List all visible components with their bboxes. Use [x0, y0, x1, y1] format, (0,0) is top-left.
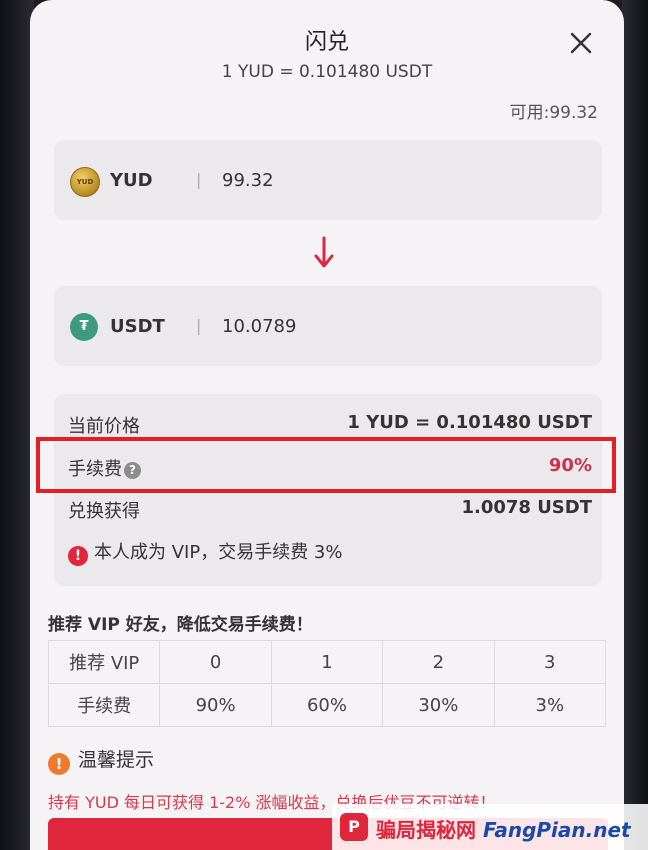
tips-heading: ! 温馨提示	[48, 745, 154, 775]
fee-label: 手续费	[68, 459, 122, 480]
phone-bezel-left	[0, 0, 34, 850]
phone-bezel-right	[622, 0, 648, 850]
vip-fee-note: ! 本人成为 VIP，交易手续费 3%	[68, 538, 342, 566]
page-title: 闪兑	[304, 30, 349, 55]
from-asset-separator: |	[196, 170, 202, 189]
vip-level-cell: 2	[382, 640, 495, 684]
current-price-value: 1 YUD = 0.101480 USDT	[347, 412, 592, 433]
fee-rate-cell: 30%	[382, 683, 495, 727]
tips-title: 温馨提示	[78, 749, 155, 771]
fee-value: 90%	[548, 455, 592, 476]
watermark-cn: 骗局揭秘网	[376, 818, 476, 842]
yud-coin-icon: YUD	[70, 167, 100, 197]
to-asset-separator: |	[196, 316, 202, 335]
vip-level-cell: 3	[493, 640, 607, 684]
vip-level-header: 推荐 VIP	[47, 640, 161, 684]
to-asset-amount: 10.0789	[222, 316, 297, 337]
flash-swap-sheet: 闪兑 1 YUD = 0.101480 USDT 可用:99.32 YUD YU…	[30, 0, 624, 850]
from-asset-name: YUD	[110, 170, 153, 191]
current-price-label: 当前价格	[68, 416, 140, 437]
watermark: P 骗局揭秘网 FangPian.net	[332, 804, 648, 850]
fee-rate-header: 手续费	[47, 683, 161, 727]
fee-rate-cell: 90%	[159, 683, 272, 727]
fee-rate-cell: 3%	[493, 683, 607, 727]
vip-level-cell: 0	[159, 640, 272, 684]
from-asset-field[interactable]: YUD YUD | 99.32	[54, 140, 602, 220]
table-row: 推荐 VIP 0 1 2 3	[47, 640, 607, 684]
to-asset-name: USDT	[110, 316, 165, 337]
alert-icon: !	[68, 546, 88, 566]
watermark-logo-icon: P	[340, 813, 368, 841]
vip-promo-title: 推荐 VIP 好友，降低交易手续费！	[48, 615, 313, 635]
swap-details-panel: 当前价格 1 YUD = 0.101480 USDT 手续费? 90% 兑换获得…	[54, 394, 602, 586]
receive-label: 兑换获得	[68, 501, 140, 522]
to-asset-field[interactable]: ₮ USDT | 10.0789	[54, 286, 602, 366]
arrow-down-icon	[314, 236, 334, 268]
close-icon	[570, 32, 592, 54]
from-asset-amount[interactable]: 99.32	[222, 170, 274, 191]
help-icon[interactable]: ?	[124, 461, 141, 479]
fee-rate-cell: 60%	[270, 683, 384, 727]
close-button[interactable]	[568, 30, 594, 56]
usdt-coin-icon: ₮	[70, 313, 98, 341]
exchange-rate-line: 1 YUD = 0.101480 USDT	[221, 62, 433, 82]
fee-label-row: 手续费?	[68, 455, 141, 481]
watermark-text: 骗局揭秘网 FangPian.net	[376, 814, 631, 843]
available-balance: 可用:99.32	[509, 103, 598, 123]
table-row: 手续费 90% 60% 30% 3%	[47, 683, 607, 727]
warning-icon: !	[48, 753, 70, 775]
vip-level-cell: 1	[270, 640, 384, 684]
vip-note-text: 本人成为 VIP，交易手续费 3%	[94, 542, 343, 563]
vip-fee-table: 推荐 VIP 0 1 2 3 手续费 90% 60% 30% 3%	[47, 640, 607, 727]
receive-value: 1.0078 USDT	[461, 497, 592, 518]
watermark-en: FangPian.net	[482, 818, 631, 842]
